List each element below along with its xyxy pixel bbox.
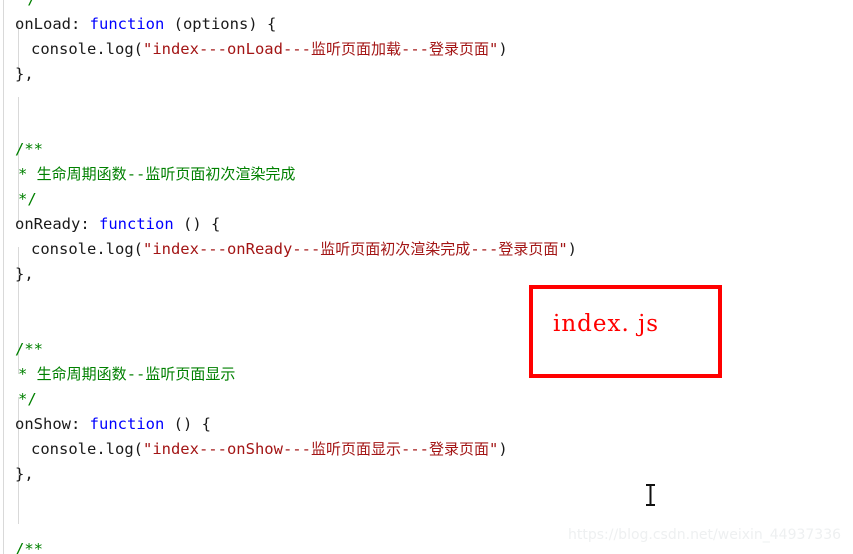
code-token-cmt: /** — [15, 540, 43, 554]
code-line[interactable]: console.log("index---onReady---监听页面初次渲染完… — [0, 237, 853, 262]
code-token-kw: function — [89, 415, 165, 433]
code-token-plain: console.log( — [31, 40, 143, 58]
code-content[interactable]: */onLoad: function (options) {console.lo… — [0, 0, 853, 554]
code-line[interactable] — [0, 112, 853, 137]
code-token-str: 登录页面 — [498, 240, 559, 258]
code-token-str: 监听页面显示 — [310, 440, 401, 458]
code-token-cmt: -- — [126, 365, 146, 383]
code-token-plain: (options) { — [164, 15, 277, 33]
code-token-cmt: /** — [15, 140, 43, 158]
code-token-cmt: * — [18, 365, 37, 383]
annotation-callout-box: index. js — [529, 285, 722, 378]
code-token-cmt: */ — [18, 0, 37, 8]
code-token-str: 登录页面 — [428, 40, 489, 58]
code-token-plain: }, — [15, 465, 34, 483]
code-token-cmt: 生命周期函数 — [36, 165, 127, 183]
code-token-str: "index---onShow--- — [142, 440, 311, 458]
code-line[interactable]: }, — [0, 62, 853, 87]
code-line[interactable]: */ — [0, 187, 853, 212]
code-token-cmt: */ — [18, 190, 37, 208]
code-token-str: " — [489, 440, 499, 458]
code-line[interactable]: /** — [0, 337, 853, 362]
code-token-plain: onReady: — [15, 215, 99, 233]
code-line[interactable]: console.log("index---onLoad---监听页面加载---登… — [0, 37, 853, 62]
code-line[interactable]: }, — [0, 262, 853, 287]
code-token-plain: onShow: — [15, 415, 90, 433]
code-token-str: "index---onLoad--- — [142, 40, 311, 58]
code-token-str: --- — [400, 440, 429, 458]
code-token-str: "index---onReady--- — [142, 240, 321, 258]
code-token-cmt: * — [18, 165, 37, 183]
code-line[interactable]: /** — [0, 137, 853, 162]
code-token-plain: ) — [498, 40, 508, 58]
code-token-plain: () { — [173, 215, 221, 233]
code-line[interactable]: onShow: function () { — [0, 412, 853, 437]
code-token-kw: function — [89, 15, 165, 33]
code-line[interactable] — [0, 312, 853, 337]
code-line[interactable]: * 生命周期函数--监听页面初次渲染完成 — [0, 162, 853, 187]
code-token-plain: console.log( — [31, 440, 143, 458]
code-token-cmt: /** — [15, 340, 43, 358]
code-token-cmt: -- — [126, 165, 146, 183]
code-line[interactable] — [0, 487, 853, 512]
code-token-str: --- — [400, 40, 429, 58]
code-token-plain: () { — [164, 415, 211, 433]
code-line[interactable]: */ — [0, 387, 853, 412]
code-token-str: " — [558, 240, 568, 258]
code-token-plain: ) — [567, 240, 578, 258]
code-line[interactable]: * 生命周期函数--监听页面显示 — [0, 362, 853, 387]
code-line[interactable]: */ — [0, 0, 853, 12]
code-token-cmt: 监听页面初次渲染完成 — [145, 165, 296, 183]
code-line[interactable] — [0, 287, 853, 312]
code-editor-surface[interactable]: */onLoad: function (options) {console.lo… — [0, 0, 853, 554]
code-token-cmt: */ — [18, 390, 37, 408]
code-token-str: 监听页面加载 — [310, 40, 401, 58]
code-line[interactable]: onReady: function () { — [0, 212, 853, 237]
code-token-kw: function — [99, 215, 174, 233]
code-token-str: --- — [470, 240, 499, 258]
code-token-plain: onLoad: — [15, 15, 90, 33]
code-token-plain: }, — [15, 265, 34, 283]
code-token-cmt: 监听页面显示 — [145, 365, 236, 383]
code-token-plain: console.log( — [31, 240, 143, 258]
text-cursor-icon — [645, 484, 656, 506]
code-token-plain: }, — [15, 65, 34, 83]
code-token-plain: ) — [498, 440, 508, 458]
annotation-callout-label: index. js — [553, 311, 660, 337]
code-token-str: 登录页面 — [428, 440, 489, 458]
code-token-str: 监听页面初次渲染完成 — [320, 240, 471, 258]
code-line[interactable]: console.log("index---onShow---监听页面显示---登… — [0, 437, 853, 462]
code-token-cmt: 生命周期函数 — [36, 365, 127, 383]
code-token-str: " — [489, 40, 499, 58]
code-line[interactable]: }, — [0, 462, 853, 487]
code-line[interactable]: onLoad: function (options) { — [0, 12, 853, 37]
csdn-watermark: https://blog.csdn.net/weixin_44937336 — [568, 527, 842, 543]
code-line[interactable] — [0, 87, 853, 112]
